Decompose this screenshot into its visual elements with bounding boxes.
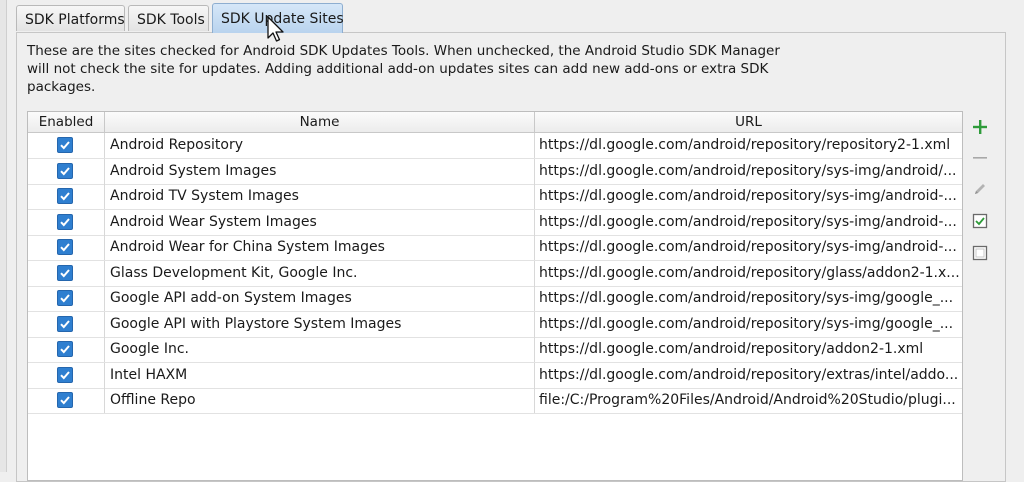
site-url-cell: https://dl.google.com/android/repository… <box>539 290 954 306</box>
table-row[interactable]: Android Wear for China System Images http… <box>28 235 962 261</box>
site-name-cell: Google API with Playstore System Images <box>105 311 535 337</box>
enabled-cell <box>28 209 105 235</box>
checkmark-icon <box>60 345 70 354</box>
enabled-checkbox[interactable] <box>57 188 73 204</box>
checkmark-icon <box>60 396 70 405</box>
checkmark-icon <box>60 166 70 175</box>
site-url-cell: https://dl.google.com/android/repository… <box>539 315 954 332</box>
site-url-cell: https://dl.google.com/android/repository… <box>539 341 924 357</box>
checkmark-icon <box>60 217 70 226</box>
plus-icon[interactable] <box>968 115 992 139</box>
site-name-cell: Android System Images <box>105 158 535 184</box>
site-url-cell: https://dl.google.com/android/repository… <box>539 264 960 281</box>
enabled-cell <box>28 133 105 158</box>
site-name-cell: Offline Repo <box>105 388 535 413</box>
enabled-cell <box>28 362 105 388</box>
enabled-checkbox[interactable] <box>57 213 73 230</box>
site-url-cell: file:/C:/Program%20Files/Android/Android… <box>539 392 956 408</box>
enabled-cell <box>28 184 105 209</box>
window-edge <box>0 0 7 472</box>
enabled-checkbox[interactable] <box>57 239 73 255</box>
site-name-cell: Intel HAXM <box>105 362 535 388</box>
unchecked-box-icon[interactable] <box>968 241 992 265</box>
table-row[interactable]: Glass Development Kit, Google Inc. https:… <box>28 260 962 287</box>
table-row[interactable]: Offline Repo file:/C:/Program%20Files/And… <box>28 388 962 414</box>
table-row[interactable]: Android Wear System Images https://dl.goo… <box>28 209 962 236</box>
description-text: These are the sites checked for Android … <box>27 43 780 95</box>
table-row[interactable]: Google API add-on System Images https://d… <box>28 286 962 312</box>
table-row[interactable]: Android Repository https://dl.google.com/… <box>28 133 962 159</box>
site-url-cell: https://dl.google.com/android/repository… <box>539 366 959 383</box>
tab-label: SDK Tools <box>137 12 205 28</box>
table-row[interactable]: Android System Images https://dl.google.c… <box>28 158 962 185</box>
pencil-icon[interactable] <box>968 177 992 201</box>
site-name-cell: Glass Development Kit, Google Inc. <box>105 260 535 286</box>
table-row[interactable]: Google API with Playstore System Images h… <box>28 311 962 338</box>
site-name-cell: Android Repository <box>105 133 535 158</box>
enabled-checkbox[interactable] <box>57 162 73 179</box>
site-name-cell: Google API add-on System Images <box>105 286 535 311</box>
site-url-cell: https://dl.google.com/android/repository… <box>539 239 957 255</box>
enabled-cell <box>28 158 105 184</box>
enabled-checkbox[interactable] <box>57 264 73 281</box>
tab-sdk-platforms[interactable]: SDK Platforms <box>16 5 125 31</box>
column-header-name[interactable]: Name <box>105 112 535 132</box>
checkmark-icon <box>60 319 70 328</box>
enabled-cell <box>28 388 105 413</box>
tab-label: SDK Platforms <box>25 12 125 28</box>
enabled-checkbox[interactable] <box>57 341 73 357</box>
enabled-cell <box>28 337 105 362</box>
enabled-checkbox[interactable] <box>57 290 73 306</box>
checkmark-icon <box>60 192 70 201</box>
enabled-cell <box>28 286 105 311</box>
checkmark-icon <box>60 370 70 379</box>
site-url-cell: https://dl.google.com/android/repository… <box>539 213 957 230</box>
enabled-cell <box>28 260 105 286</box>
column-header-enabled[interactable]: Enabled <box>28 112 105 132</box>
checkmark-icon <box>60 141 70 150</box>
site-url-cell: https://dl.google.com/android/repository… <box>539 188 957 204</box>
site-name-cell: Android TV System Images <box>105 184 535 209</box>
site-name-cell: Google Inc. <box>105 337 535 362</box>
minus-icon[interactable] <box>968 146 992 170</box>
enabled-checkbox[interactable] <box>57 392 73 408</box>
site-name-cell: Android Wear for China System Images <box>105 235 535 260</box>
site-url-cell: https://dl.google.com/android/repository… <box>539 162 957 179</box>
column-header-url[interactable]: URL <box>535 112 962 132</box>
checkmark-icon <box>60 268 70 277</box>
enabled-checkbox[interactable] <box>57 366 73 383</box>
checkmark-icon <box>60 294 70 303</box>
enabled-checkbox[interactable] <box>57 137 73 153</box>
update-sites-table: Enabled Name URL Android Repository https… <box>27 111 963 481</box>
checkmark-icon <box>60 243 70 252</box>
table-row[interactable]: Android TV System Images https://dl.googl… <box>28 184 962 210</box>
enabled-cell <box>28 311 105 337</box>
table-row[interactable]: Google Inc. https://dl.google.com/android… <box>28 337 962 363</box>
table-row[interactable]: Intel HAXM https://dl.google.com/android/… <box>28 362 962 389</box>
mouse-cursor-icon <box>266 16 288 44</box>
tab-sdk-tools[interactable]: SDK Tools <box>128 5 209 31</box>
enabled-checkbox[interactable] <box>57 315 73 332</box>
checked-box-icon[interactable] <box>968 209 992 233</box>
site-url-cell: https://dl.google.com/android/repository… <box>539 137 951 153</box>
table-header: Enabled Name URL <box>28 112 962 133</box>
enabled-cell <box>28 235 105 260</box>
site-name-cell: Android Wear System Images <box>105 209 535 235</box>
